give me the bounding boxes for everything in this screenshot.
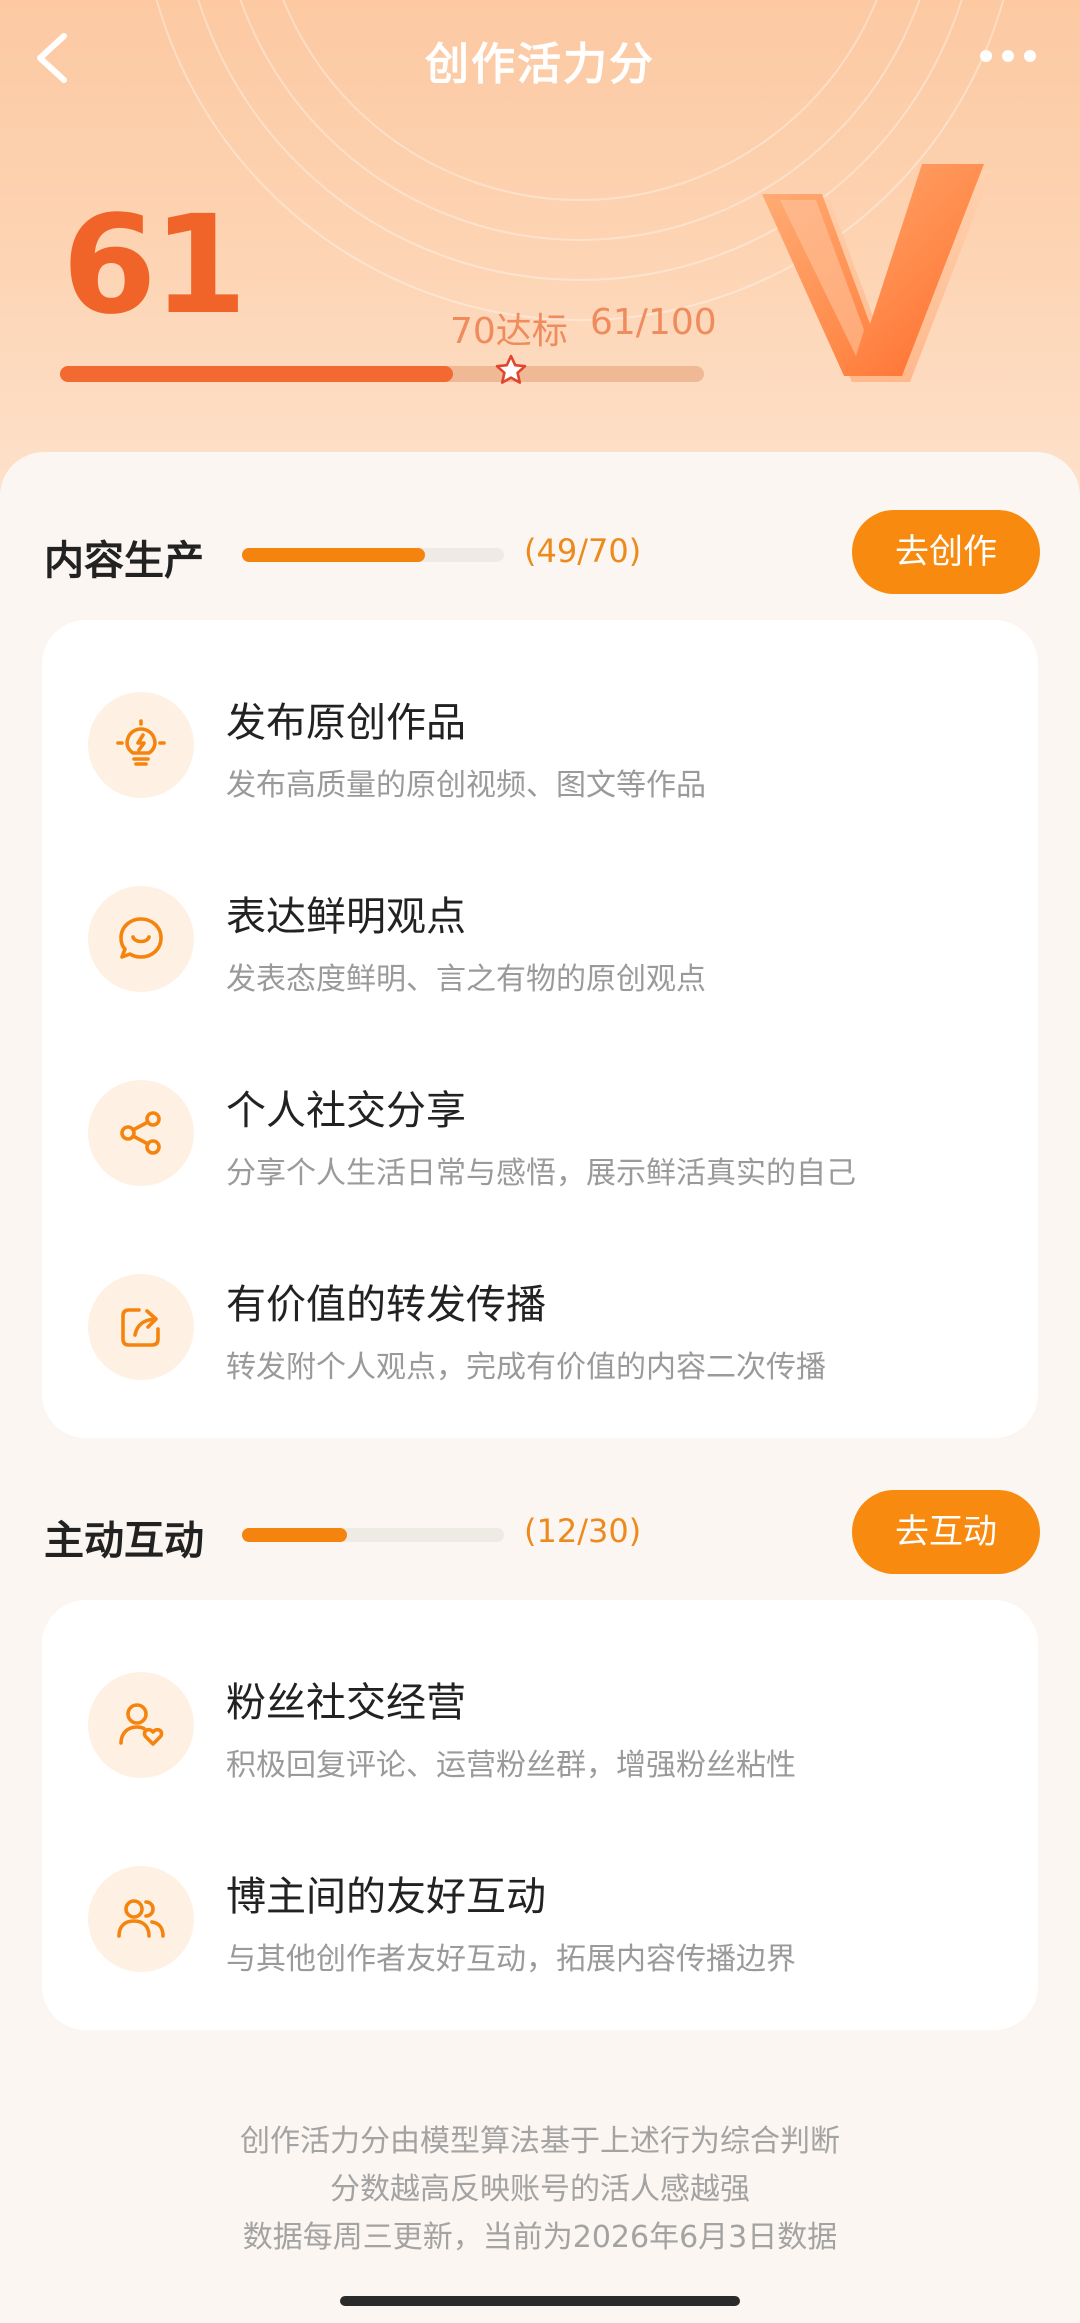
item-title: 发布原创作品: [226, 700, 466, 746]
more-dot: [1024, 50, 1036, 62]
active-interaction-card: 粉丝社交经营 积极回复评论、运营粉丝群，增强粉丝粘性 博主间的友好互动 与其他创…: [42, 1600, 1038, 2030]
list-item[interactable]: 个人社交分享 分享个人生活日常与感悟，展示鲜活真实的自己: [42, 1050, 1038, 1200]
item-title: 有价值的转发传播: [226, 1282, 546, 1328]
v-badge-icon: [762, 164, 992, 382]
nav-bar: 创作活力分: [0, 0, 1080, 120]
item-icon-badge: [88, 886, 194, 992]
score-header: 创作活力分 61 70达标 61/100: [0, 0, 1080, 520]
home-indicator[interactable]: [340, 2296, 740, 2306]
item-description: 积极回复评论、运营粉丝群，增强粉丝粘性: [226, 1748, 796, 1783]
list-item[interactable]: 博主间的友好互动 与其他创作者友好互动，拓展内容传播边界: [42, 1836, 1038, 1986]
item-description: 发表态度鲜明、言之有物的原创观点: [226, 962, 706, 997]
page-title: 创作活力分: [425, 39, 655, 90]
item-icon-badge: [88, 1274, 194, 1380]
section-progress-fill: [242, 548, 425, 562]
list-item[interactable]: 粉丝社交经营 积极回复评论、运营粉丝群，增强粉丝粘性: [42, 1642, 1038, 1792]
section-title: 主动互动: [44, 1518, 204, 1564]
go-interact-button[interactable]: 去互动: [852, 1490, 1040, 1574]
go-create-button[interactable]: 去创作: [852, 510, 1040, 594]
section-count: (49/70): [524, 532, 642, 570]
score-progress-fill: [60, 366, 453, 382]
footer-note: 创作活力分由模型算法基于上述行为综合判断 分数越高反映账号的活人感越强 数据每周…: [0, 2118, 1080, 2262]
item-description: 发布高质量的原创视频、图文等作品: [226, 768, 706, 803]
star-icon: [495, 354, 527, 384]
item-icon-badge: [88, 1672, 194, 1778]
item-title: 粉丝社交经营: [226, 1680, 466, 1726]
list-item[interactable]: 表达鲜明观点 发表态度鲜明、言之有物的原创观点: [42, 856, 1038, 1006]
activity-score-value: 61: [62, 187, 247, 345]
target-label: 70达标: [450, 311, 568, 352]
item-description: 转发附个人观点，完成有价值的内容二次传播: [226, 1350, 826, 1385]
user-heart-icon: [119, 1703, 164, 1746]
item-icon-badge: [88, 692, 194, 798]
chat-smile-icon: [119, 917, 163, 959]
more-dot: [1002, 50, 1014, 62]
item-title: 博主间的友好互动: [226, 1874, 546, 1920]
item-icon-badge: [88, 1080, 194, 1186]
list-item[interactable]: 有价值的转发传播 转发附个人观点，完成有价值的内容二次传播: [42, 1244, 1038, 1394]
footer-line: 创作活力分由模型算法基于上述行为综合判断: [240, 2124, 840, 2159]
more-button[interactable]: [976, 44, 1040, 68]
content-production-card: 发布原创作品 发布高质量的原创视频、图文等作品 表达鲜明观点 发表态度鲜明、言之…: [42, 620, 1038, 1438]
footer-line: 分数越高反映账号的活人感越强: [330, 2172, 750, 2207]
share-icon: [120, 1111, 161, 1155]
lightbulb-icon: [116, 719, 166, 766]
item-title: 个人社交分享: [226, 1088, 466, 1134]
score-progress-text: 61/100: [590, 302, 717, 343]
more-horizontal-icon: [980, 50, 992, 62]
item-title: 表达鲜明观点: [226, 894, 466, 940]
section-header-active-interaction: 主动互动 (12/30) 去互动: [0, 1490, 1080, 1576]
forward-icon: [121, 1308, 160, 1347]
section-header-content-production: 内容生产 (49/70) 去创作: [0, 510, 1080, 596]
users-icon: [117, 1899, 165, 1938]
item-description: 与其他创作者友好互动，拓展内容传播边界: [226, 1942, 796, 1977]
footer-line: 数据每周三更新，当前为2026年6月3日数据: [242, 2220, 838, 2255]
section-progress-fill: [242, 1528, 347, 1542]
page: 创作活力分 61 70达标 61/100 内容生产 (49/70) 去创作 发布…: [0, 0, 1080, 2323]
list-item[interactable]: 发布原创作品 发布高质量的原创视频、图文等作品: [42, 662, 1038, 812]
section-title: 内容生产: [44, 538, 204, 584]
item-description: 分享个人生活日常与感悟，展示鲜活真实的自己: [226, 1156, 856, 1191]
section-count: (12/30): [524, 1512, 642, 1550]
item-icon-badge: [88, 1866, 194, 1972]
